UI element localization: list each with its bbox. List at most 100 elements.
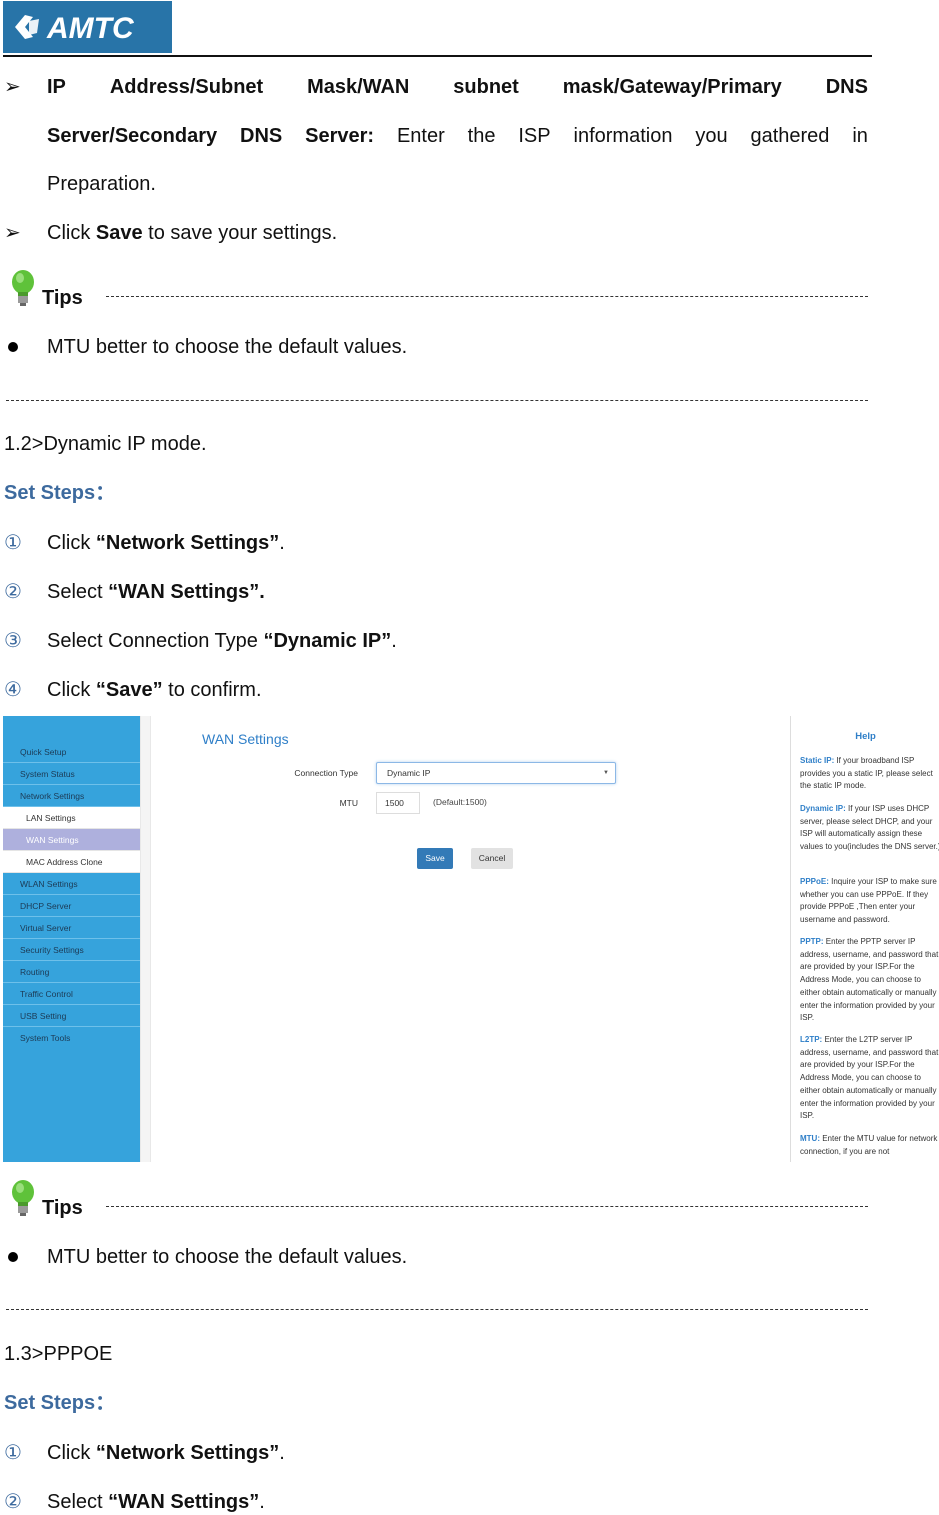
help-text: Enter the L2TP server IP address, userna…: [800, 1035, 939, 1121]
tips-text: MTU better to choose the default values.: [47, 1246, 408, 1268]
text-bold: Save: [95, 222, 143, 244]
text: Select: [47, 1491, 109, 1513]
sidebar-item-traffic-control[interactable]: Traffic Control: [3, 983, 140, 1005]
text: to save your settings.: [142, 222, 338, 244]
help-entry-pptp: PPTP: Enter the PPTP server IP address, …: [800, 936, 939, 1025]
step-number-1: ①: [4, 532, 22, 554]
help-key: Dynamic IP:: [800, 804, 846, 813]
amtc-logo: AMTC: [3, 1, 172, 53]
text-bold: “Network Settings”: [95, 1442, 280, 1464]
field-list-line-3: Preparation.: [47, 173, 156, 195]
sidebar-item-dhcp-server[interactable]: DHCP Server: [3, 895, 140, 917]
step-number-2: ②: [4, 581, 22, 603]
text-bold: “WAN Settings”.: [108, 581, 265, 603]
help-entry-pppoe: PPPoE: Inquire your ISP to make sure whe…: [800, 876, 939, 927]
sidebar-item-system-status[interactable]: System Status: [3, 763, 140, 785]
help-key: MTU:: [800, 1134, 820, 1143]
sidebar-item-mac-address-clone[interactable]: MAC Address Clone: [3, 851, 140, 873]
save-button[interactable]: Save: [417, 848, 453, 869]
tips-divider: [106, 296, 868, 297]
help-text: Enter the PPTP server IP address, userna…: [800, 937, 939, 1023]
word: the: [467, 125, 496, 147]
text: .: [259, 1491, 265, 1513]
help-entry-l2tp: L2TP: Enter the L2TP server IP address, …: [800, 1034, 939, 1123]
step-number-4: ④: [4, 679, 22, 701]
word: IP: [47, 76, 66, 98]
mtu-input[interactable]: 1500: [376, 792, 420, 814]
sidebar-item-lan-settings[interactable]: LAN Settings: [3, 807, 140, 829]
step-2: Select “WAN Settings”.: [47, 1490, 265, 1514]
text-bold: “Network Settings”: [95, 532, 280, 554]
text: .: [391, 630, 397, 652]
step-4: Click “Save” to confirm.: [47, 678, 262, 702]
section-heading-dynamic-ip: 1.2>Dynamic IP mode.: [4, 433, 207, 455]
step-number-3: ③: [4, 630, 22, 652]
text: Click: [47, 679, 96, 701]
text-bold: “Dynamic IP”: [263, 630, 392, 652]
help-key: PPPoE:: [800, 877, 829, 886]
sidebar-item-network-settings[interactable]: Network Settings: [3, 785, 140, 807]
text: Click: [47, 532, 96, 554]
set-steps-heading: Set Steps：: [4, 482, 116, 504]
text: to confirm.: [162, 679, 262, 701]
chevron-down-icon: ▼: [603, 770, 609, 776]
word: Enter: [396, 125, 445, 147]
sidebar-nav: Quick Setup System Status Network Settin…: [3, 716, 140, 1162]
bullet-dot-icon: [8, 1252, 18, 1262]
lightbulb-icon: [12, 1180, 34, 1216]
sidebar-gutter: [140, 716, 151, 1162]
connection-type-select[interactable]: Dynamic IP ▼: [376, 762, 616, 784]
connection-type-value: Dynamic IP: [387, 768, 431, 778]
word: subnet: [453, 76, 519, 98]
sidebar-item-usb-setting[interactable]: USB Setting: [3, 1005, 140, 1027]
help-key: L2TP:: [800, 1035, 823, 1044]
text: .: [279, 1442, 285, 1464]
connection-type-label: Connection Type: [294, 768, 358, 778]
word: DNS: [825, 76, 868, 98]
word: information: [573, 125, 673, 147]
amtc-logo-icon: AMTC: [15, 12, 135, 45]
router-ui-screenshot: Quick Setup System Status Network Settin…: [3, 716, 939, 1162]
help-entry-dynamic-ip: Dynamic IP: If your ISP uses DHCP server…: [800, 803, 939, 854]
step-2: Select “WAN Settings”.: [47, 580, 265, 604]
save-instruction: Click Save to save your settings.: [47, 221, 337, 245]
mtu-label: MTU: [339, 798, 358, 808]
sidebar-item-wlan-settings[interactable]: WLAN Settings: [3, 873, 140, 895]
arrow-bullet-icon: ➢: [4, 76, 21, 98]
text: Click: [47, 1442, 96, 1464]
sidebar-item-routing[interactable]: Routing: [3, 961, 140, 983]
help-entry-static-ip: Static IP: If your broadband ISP provide…: [800, 755, 939, 793]
sidebar-item-system-tools[interactable]: System Tools: [3, 1027, 140, 1049]
word: gathered: [750, 125, 830, 147]
help-panel: Help Static IP: If your broadband ISP pr…: [790, 716, 939, 1162]
text: Select: [47, 581, 109, 603]
mtu-default-hint: (Default:1500): [433, 797, 487, 807]
cancel-button[interactable]: Cancel: [471, 848, 513, 869]
tips-end-divider: [6, 1309, 868, 1310]
help-key: Static IP:: [800, 756, 835, 765]
text: .: [279, 532, 285, 554]
word: Server/Secondary: [47, 125, 218, 147]
sidebar-item-security-settings[interactable]: Security Settings: [3, 939, 140, 961]
word: mask/Gateway/Primary: [562, 76, 782, 98]
tips-label: Tips: [42, 1197, 83, 1219]
lightbulb-icon: [12, 270, 34, 306]
help-text: Enter the MTU value for network connecti…: [800, 1134, 938, 1156]
page-title: WAN Settings: [202, 731, 289, 747]
sidebar-item-virtual-server[interactable]: Virtual Server: [3, 917, 140, 939]
tips-header: Tips: [6, 1178, 868, 1219]
field-list-line-2: Server/Secondary DNS Server: Enter the I…: [47, 124, 868, 148]
text: Select Connection Type: [47, 630, 264, 652]
tips-end-divider: [6, 400, 868, 401]
step-3: Select Connection Type “Dynamic IP”.: [47, 629, 397, 653]
section-heading-pppoe: 1.3>PPPOE: [4, 1343, 113, 1365]
word: Server:: [305, 125, 375, 147]
word: in: [852, 125, 868, 147]
sidebar-item-wan-settings[interactable]: WAN Settings: [3, 829, 140, 851]
sidebar-item-quick-setup[interactable]: Quick Setup: [3, 741, 140, 763]
svg-text:AMTC: AMTC: [46, 12, 135, 45]
tips-divider: [106, 1206, 868, 1207]
bullet-dot-icon: [8, 342, 18, 352]
help-entry-mtu: MTU: Enter the MTU value for network con…: [800, 1133, 939, 1158]
word: Mask/WAN: [307, 76, 410, 98]
